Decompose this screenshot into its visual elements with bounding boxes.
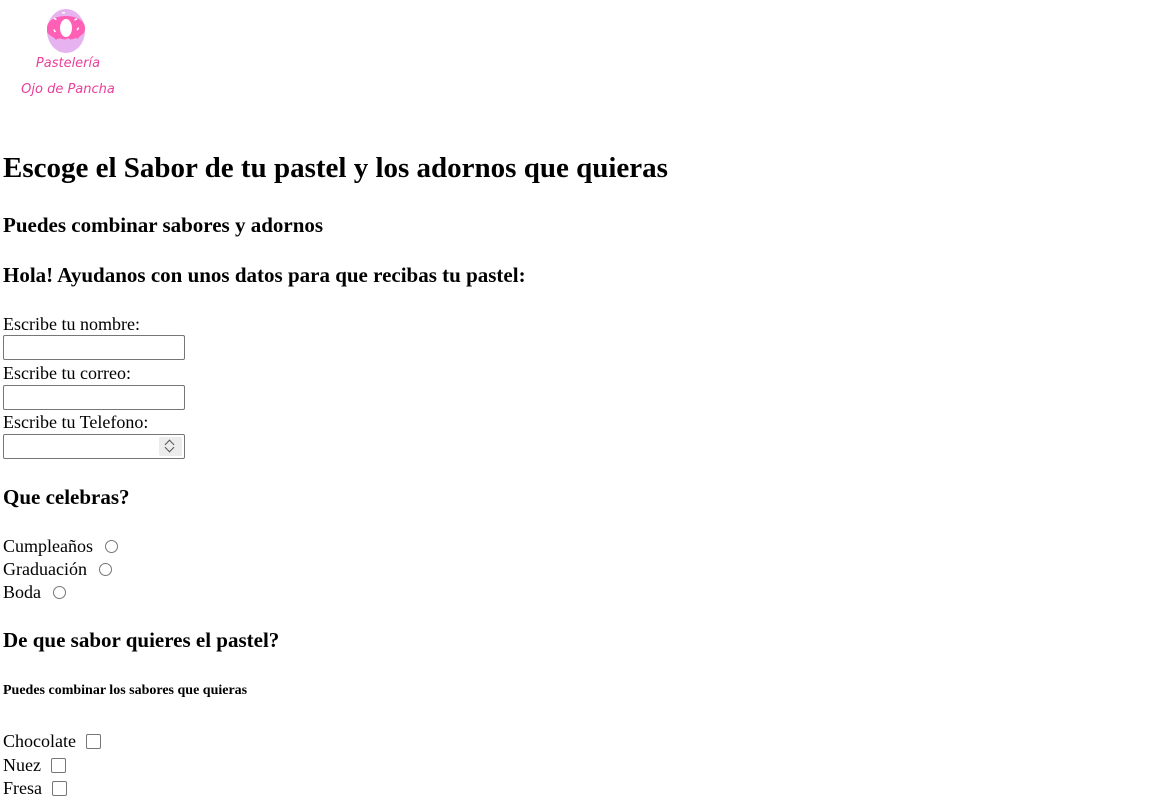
flavor-heading: De que sabor quieres el pastel? (3, 628, 280, 652)
celebration-option-graduation: Graduación (3, 558, 112, 580)
contact-section-heading: Hola! Ayudanos con unos datos para que r… (3, 263, 526, 287)
email-label: Escribe tu correo: (3, 363, 131, 383)
page-subtitle: Puedes combinar sabores y adornos (3, 213, 324, 237)
email-input[interactable] (3, 385, 185, 410)
name-input[interactable] (3, 335, 185, 360)
page: Pastelería Ojo de Pancha Escoge el Sabor… (0, 0, 1152, 796)
radio-button[interactable] (53, 585, 66, 599)
option-label: Chocolate (3, 730, 76, 751)
flavor-option-nuez: Nuez (3, 754, 66, 776)
phone-label: Escribe tu Telefono: (3, 412, 149, 432)
checkbox[interactable] (85, 733, 101, 749)
option-label: Nuez (3, 754, 41, 775)
radio-button[interactable] (98, 562, 112, 576)
bakery-logo: Pastelería Ojo de Pancha (18, 6, 118, 106)
checkbox[interactable] (52, 780, 67, 796)
option-label: Graduación (3, 558, 87, 579)
donut-icon (47, 9, 85, 53)
flavor-option-fresa: Fresa (3, 777, 67, 796)
checkbox[interactable] (50, 757, 66, 773)
celebration-option-birthday: Cumpleaños (3, 535, 118, 557)
option-label: Fresa (3, 777, 42, 796)
number-spinner[interactable] (159, 437, 182, 456)
flavor-option-chocolate: Chocolate (3, 730, 101, 752)
celebration-option-wedding: Boda (3, 581, 66, 603)
logo-text-line1: Pastelería (35, 56, 101, 71)
radio-button[interactable] (105, 539, 118, 553)
page-title: Escoge el Sabor de tu pastel y los adorn… (3, 152, 668, 184)
option-label: Cumpleaños (3, 535, 93, 556)
option-label: Boda (3, 581, 41, 602)
name-label: Escribe tu nombre: (3, 314, 140, 334)
logo-text-line2: Ojo de Pancha (21, 82, 115, 97)
flavor-note: Puedes combinar los sabores que quieras (3, 683, 248, 698)
celebration-heading: Que celebras? (3, 485, 130, 509)
phone-input[interactable] (3, 434, 185, 459)
